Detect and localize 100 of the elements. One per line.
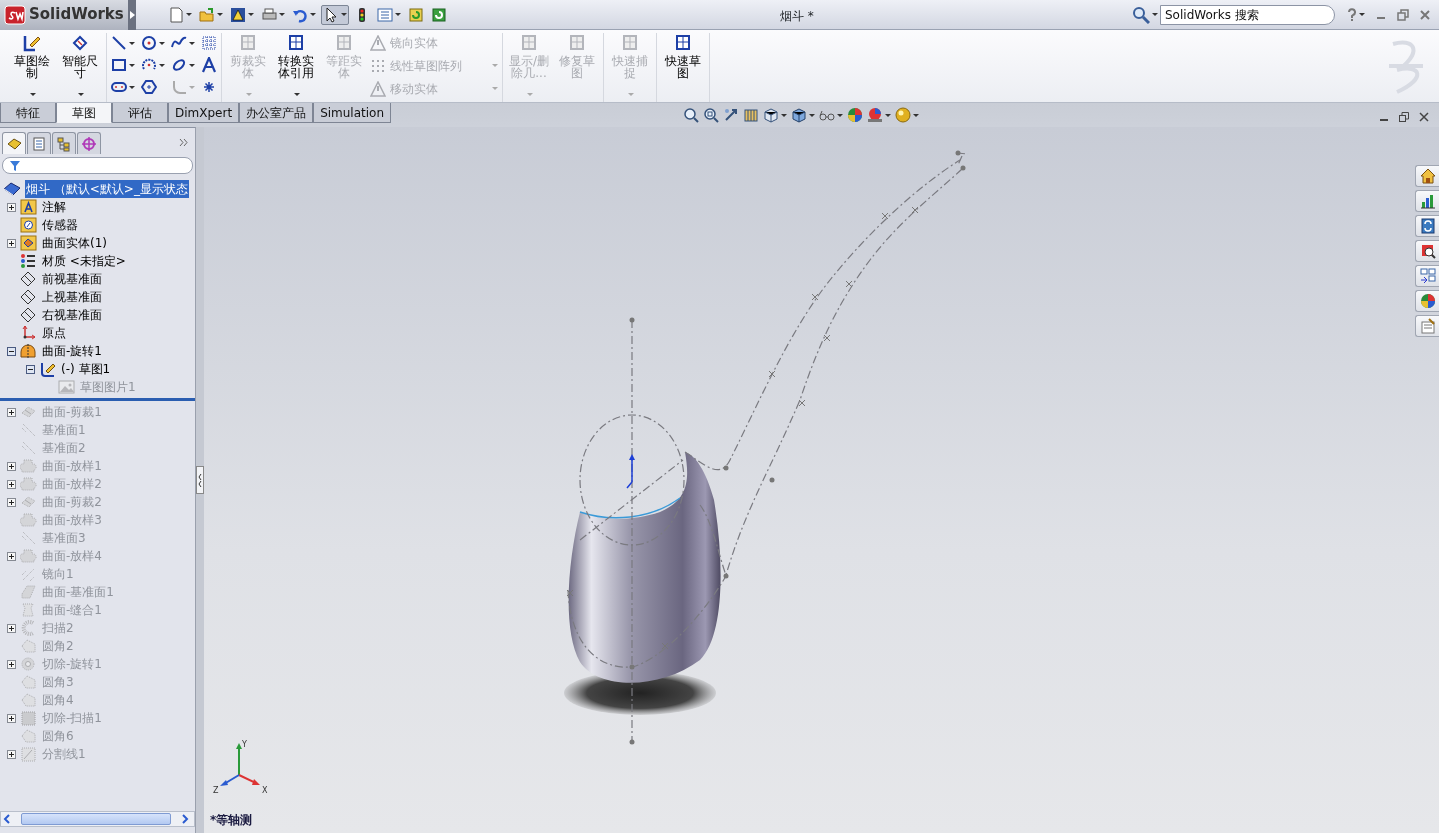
tree-item-label[interactable]: 前视基准面 xyxy=(41,270,103,288)
scrollbar-thumb[interactable] xyxy=(21,813,171,825)
expand-toggle[interactable] xyxy=(7,659,16,669)
caret-icon[interactable] xyxy=(189,63,195,67)
expand-toggle[interactable] xyxy=(26,364,35,374)
tree-item-label[interactable]: 基准面3 xyxy=(41,529,87,547)
tree-item-label[interactable]: 烟斗 （默认<默认>_显示状态 xyxy=(25,180,189,198)
tree-item-label[interactable]: 曲面实体(1) xyxy=(41,234,108,252)
expand-toggle[interactable] xyxy=(7,551,16,561)
tree-item-label[interactable]: 曲面-剪裁1 xyxy=(41,403,103,421)
tree-item-label[interactable]: 草图图片1 xyxy=(79,378,137,396)
expand-toggle[interactable] xyxy=(7,238,16,248)
ribbon-button[interactable]: 智能尺寸 xyxy=(58,33,102,102)
panel-tab[interactable] xyxy=(52,132,76,154)
zoom-to-fit-icon[interactable] xyxy=(683,107,700,123)
collapse-handle-icon[interactable] xyxy=(196,466,204,494)
tree-item-label[interactable]: 右视基准面 xyxy=(41,306,103,324)
close-icon[interactable] xyxy=(1419,112,1429,122)
caret-icon[interactable] xyxy=(217,13,223,16)
rebuild-icon[interactable] xyxy=(408,6,424,23)
tree-item-label[interactable]: 圆角6 xyxy=(41,727,75,745)
caret-icon[interactable] xyxy=(248,13,254,16)
search-field[interactable]: SolidWorks 搜索 xyxy=(1160,4,1335,25)
caret-icon[interactable] xyxy=(341,13,347,16)
caret-icon[interactable] xyxy=(781,113,788,117)
expand-toggle[interactable] xyxy=(7,461,16,471)
circle-icon[interactable] xyxy=(141,35,157,51)
help-icon[interactable] xyxy=(1347,7,1357,22)
tree-item-label[interactable]: 曲面-剪裁2 xyxy=(41,493,103,511)
caret-icon[interactable] xyxy=(310,13,316,16)
ribbon-tab[interactable]: 评估 xyxy=(112,103,168,123)
ribbon-tab[interactable]: 特征 xyxy=(0,103,56,123)
cursor-icon[interactable] xyxy=(323,6,339,23)
tree-item-label[interactable]: 基准面2 xyxy=(41,439,87,457)
ribbon-button[interactable]: 转换实体引用 xyxy=(274,33,318,102)
tree-item-label[interactable]: (-) 草图1 xyxy=(60,360,112,378)
display-style-icon[interactable] xyxy=(791,107,808,123)
caret-icon[interactable] xyxy=(129,85,135,89)
tree-item-label[interactable]: 上视基准面 xyxy=(41,288,103,306)
expand-toggle[interactable] xyxy=(7,346,16,356)
tree-item-label[interactable]: 基准面1 xyxy=(41,421,87,439)
task-pane-tab[interactable] xyxy=(1415,215,1439,237)
line-icon[interactable] xyxy=(111,35,127,51)
expand-toggle[interactable] xyxy=(7,713,16,723)
caret-icon[interactable] xyxy=(189,41,195,45)
restore-icon[interactable] xyxy=(1399,112,1409,122)
caret-icon[interactable] xyxy=(294,93,300,96)
previous-view-icon[interactable] xyxy=(723,107,740,123)
caret-icon[interactable] xyxy=(186,13,192,16)
tree-item-label[interactable]: 分割线1 xyxy=(41,745,87,763)
horizontal-scrollbar[interactable] xyxy=(0,811,195,827)
task-pane-tab[interactable] xyxy=(1415,240,1439,262)
filter-field[interactable] xyxy=(2,157,193,174)
tree-item-label[interactable]: 圆角4 xyxy=(41,691,75,709)
polygon-icon[interactable] xyxy=(141,79,157,95)
caret-icon[interactable] xyxy=(159,63,165,67)
tree-item-label[interactable]: 圆角3 xyxy=(41,673,75,691)
ribbon-button[interactable]: 快速草图 xyxy=(661,33,705,102)
tree-item-label[interactable]: 曲面-旋转1 xyxy=(41,342,103,360)
section-view-icon[interactable] xyxy=(743,107,760,123)
grid-icon[interactable] xyxy=(201,35,217,51)
slot-icon[interactable] xyxy=(111,79,127,95)
tree-item-label[interactable]: 注解 xyxy=(41,198,67,216)
caret-icon[interactable] xyxy=(30,93,36,96)
ribbon-tab[interactable]: 草图 xyxy=(56,103,112,123)
scroll-left-icon[interactable] xyxy=(1,812,13,826)
caret-icon[interactable] xyxy=(885,113,892,117)
tree-item-label[interactable]: 切除-旋转1 xyxy=(41,655,103,673)
menu-arrow-button[interactable] xyxy=(128,0,136,30)
tree-item-label[interactable]: 原点 xyxy=(41,324,67,342)
caret-icon[interactable] xyxy=(78,93,84,96)
tree-item-label[interactable]: 曲面-缝合1 xyxy=(41,601,103,619)
ribbon-tab[interactable]: 办公室产品 xyxy=(239,103,314,123)
refresh-icon[interactable] xyxy=(431,6,447,23)
expand-toggle[interactable] xyxy=(7,497,16,507)
caret-icon[interactable] xyxy=(129,41,135,45)
tree-item-label[interactable]: 曲面-基准面1 xyxy=(41,583,115,601)
caret-icon[interactable] xyxy=(913,113,920,117)
expand-toggle[interactable] xyxy=(7,479,16,489)
tree-item-label[interactable]: 传感器 xyxy=(41,216,79,234)
caret-icon[interactable] xyxy=(809,113,816,117)
restore-icon[interactable] xyxy=(1397,8,1409,21)
expand-toggle[interactable] xyxy=(7,202,16,212)
tree-item-label[interactable]: 扫描2 xyxy=(41,619,75,637)
tree-item-label[interactable]: 镜向1 xyxy=(41,565,75,583)
caret-icon[interactable] xyxy=(279,13,285,16)
ribbon-tab[interactable]: DimXpert xyxy=(168,103,240,123)
color-ball-icon[interactable] xyxy=(847,107,864,123)
tree-item-label[interactable]: 切除-扫描1 xyxy=(41,709,103,727)
scroll-right-icon[interactable] xyxy=(179,812,191,826)
tree-item-label[interactable]: 曲面-放样4 xyxy=(41,547,103,565)
tree-item-label[interactable]: 曲面-放样1 xyxy=(41,457,103,475)
caret-icon[interactable] xyxy=(129,63,135,67)
zoom-area-icon[interactable] xyxy=(703,107,720,123)
tree-item-label[interactable]: 材质 <未指定> xyxy=(41,252,127,270)
tree-item-label[interactable]: 圆角2 xyxy=(41,637,75,655)
task-pane-tab[interactable] xyxy=(1415,190,1439,212)
caret-icon[interactable] xyxy=(159,41,165,45)
close-icon[interactable] xyxy=(1419,8,1431,21)
task-pane-tab[interactable] xyxy=(1415,290,1439,312)
